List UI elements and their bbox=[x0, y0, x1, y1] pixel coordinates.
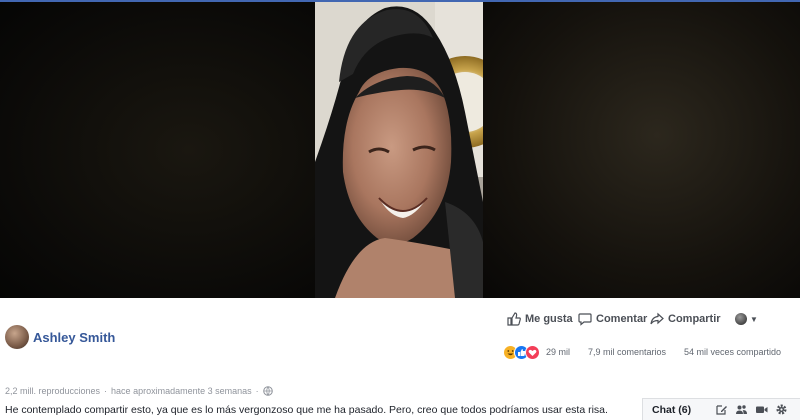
new-message-icon[interactable] bbox=[715, 403, 728, 416]
gear-icon[interactable] bbox=[775, 403, 788, 416]
chevron-down-icon: ▼ bbox=[750, 314, 758, 324]
comments-count[interactable]: 7,9 mil comentarios bbox=[588, 347, 666, 357]
video-call-icon[interactable] bbox=[755, 403, 768, 416]
chat-bar[interactable]: Chat (6) bbox=[642, 398, 800, 420]
video-thumbnail-image bbox=[315, 2, 483, 298]
chat-label[interactable]: Chat (6) bbox=[652, 404, 691, 416]
like-button[interactable]: Me gusta bbox=[507, 312, 573, 326]
post-caption: He contemplado compartir esto, ya que es… bbox=[5, 404, 608, 416]
post-timestamp[interactable]: hace aproximadamente 3 semanas bbox=[111, 386, 252, 396]
video-frame[interactable] bbox=[315, 2, 483, 298]
comment-label: Comentar bbox=[596, 313, 648, 325]
create-group-icon[interactable] bbox=[735, 403, 748, 416]
like-label: Me gusta bbox=[525, 313, 573, 325]
meta-separator: · bbox=[255, 386, 259, 396]
views-count: 2,2 mill. reproducciones bbox=[5, 386, 101, 396]
page-avatar-icon bbox=[735, 313, 747, 325]
video-letterbox-left bbox=[0, 2, 315, 298]
comment-button[interactable]: Comentar bbox=[578, 312, 647, 326]
reaction-icons[interactable] bbox=[503, 345, 543, 361]
share-button[interactable]: Compartir bbox=[650, 312, 721, 326]
video-player[interactable] bbox=[0, 2, 800, 298]
avatar[interactable] bbox=[5, 325, 29, 349]
share-icon bbox=[650, 312, 664, 325]
post-as-selector[interactable]: ▼ bbox=[735, 313, 758, 325]
share-label: Compartir bbox=[668, 313, 721, 325]
reactions-count[interactable]: 29 mil bbox=[546, 347, 570, 357]
love-icon bbox=[525, 345, 540, 360]
thumbs-up-icon bbox=[507, 312, 521, 326]
author-name-link[interactable]: Ashley Smith bbox=[33, 330, 115, 345]
post-meta: 2,2 mill. reproducciones · hace aproxima… bbox=[5, 386, 273, 396]
comment-icon bbox=[578, 313, 592, 326]
shares-count[interactable]: 54 mil veces compartido bbox=[684, 347, 781, 357]
globe-icon bbox=[262, 386, 273, 396]
video-letterbox-right bbox=[483, 2, 800, 298]
meta-separator: · bbox=[104, 386, 108, 396]
